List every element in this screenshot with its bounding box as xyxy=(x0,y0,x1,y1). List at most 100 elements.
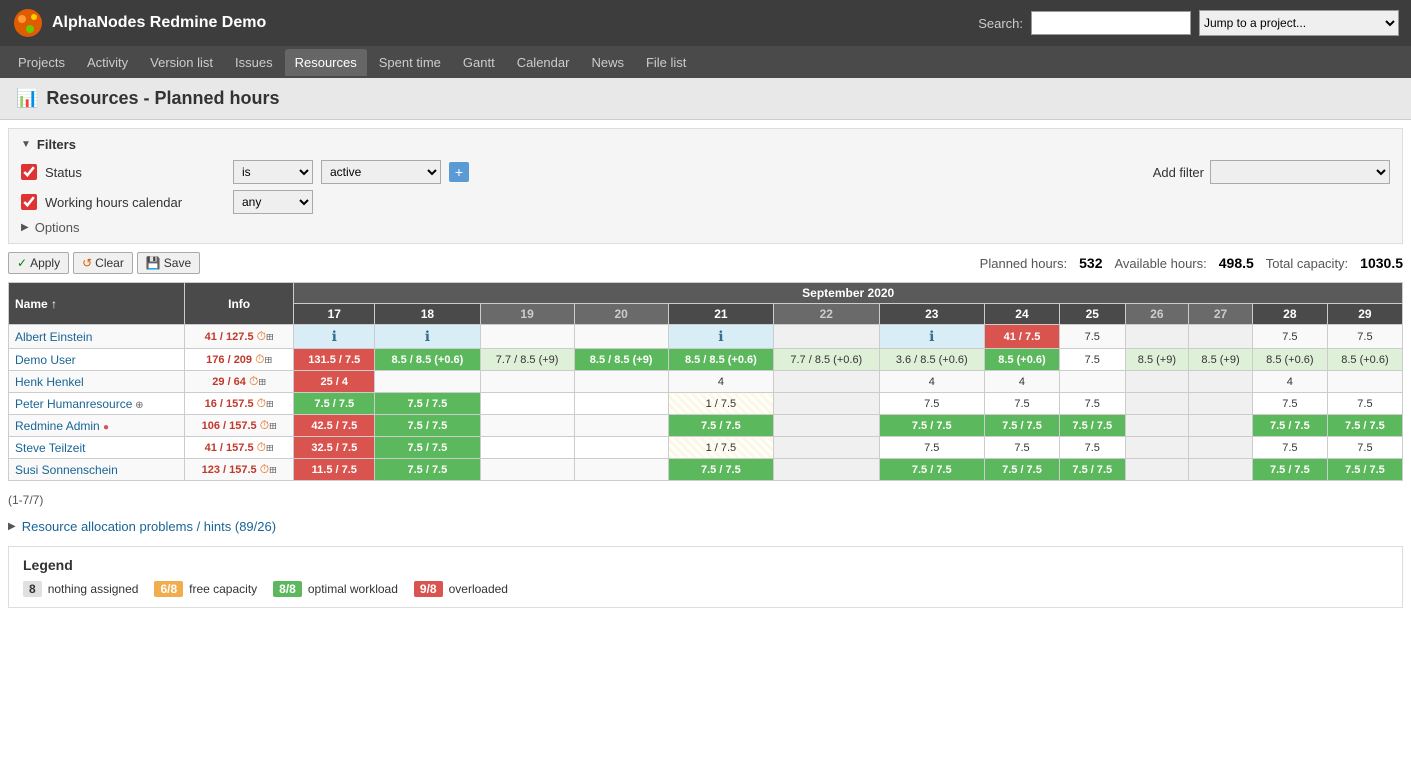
status-value-select[interactable]: active xyxy=(321,160,441,184)
hours-ratio: 106 / 157.5 xyxy=(202,420,257,432)
nav-item-resources[interactable]: Resources xyxy=(285,49,367,76)
working-hours-checkbox[interactable] xyxy=(21,194,37,210)
day-header-26: 26 xyxy=(1125,304,1189,325)
info-cell: 123 / 157.5 ⏱⊞ xyxy=(184,459,294,481)
grid-icon[interactable]: ⊞ xyxy=(266,440,274,454)
day-cell-20 xyxy=(574,393,668,415)
grid-icon[interactable]: ⊞ xyxy=(266,396,274,410)
clock-icon[interactable]: ⏱ xyxy=(257,440,266,454)
options-row[interactable]: ▶ Options xyxy=(21,220,1390,235)
nav-item-file-list[interactable]: File list xyxy=(636,49,696,76)
status-operator-select[interactable]: is xyxy=(233,160,313,184)
capacity-value: 1030.5 xyxy=(1360,255,1403,271)
grid-icon[interactable]: ⊞ xyxy=(269,462,277,476)
legend-desc-overloaded: overloaded xyxy=(449,582,508,596)
apply-button[interactable]: ✓ Apply xyxy=(8,252,69,274)
day-cell-22 xyxy=(774,371,879,393)
grid-icon[interactable]: ⊞ xyxy=(258,374,266,388)
day-cell-25: 7.5 / 7.5 xyxy=(1060,459,1126,481)
day-cell-21: 1 / 7.5 xyxy=(668,393,773,415)
day-cell-27: 8.5 (+9) xyxy=(1189,349,1253,371)
nav-item-projects[interactable]: Projects xyxy=(8,49,75,76)
grid-icon[interactable]: ⊞ xyxy=(266,329,274,343)
name-cell: Steve Teilzeit xyxy=(9,437,185,459)
nav-item-gantt[interactable]: Gantt xyxy=(453,49,505,76)
main-table: Name ↑ Info September 2020 1718192021222… xyxy=(8,282,1403,481)
day-cell-25 xyxy=(1060,371,1126,393)
day-cell-27 xyxy=(1189,437,1253,459)
pagination: (1-7/7) xyxy=(0,489,1411,511)
day-cell-23: 7.5 xyxy=(879,393,984,415)
legend-item-optimal: 8/8 optimal workload xyxy=(273,581,398,597)
filters-header[interactable]: ▼ Filters xyxy=(21,137,1390,152)
working-hours-value-select[interactable]: any xyxy=(233,190,313,214)
day-header-29: 29 xyxy=(1327,304,1402,325)
status-checkbox[interactable] xyxy=(21,164,37,180)
filters-section: ▼ Filters Status is active + Add filter … xyxy=(8,128,1403,244)
day-cell-20: 8.5 / 8.5 (+9) xyxy=(574,349,668,371)
day-cell-19 xyxy=(480,415,574,437)
grid-icon[interactable]: ⊞ xyxy=(269,418,277,432)
clock-icon[interactable]: ⏱ xyxy=(257,329,266,343)
info-icons: ⏱⊞ xyxy=(257,420,277,432)
clock-icon[interactable]: ⏱ xyxy=(257,396,266,410)
col-name-header: Name ↑ xyxy=(9,283,185,325)
name-link[interactable]: Albert Einstein xyxy=(15,330,92,344)
day-cell-29: 8.5 (+0.6) xyxy=(1327,349,1402,371)
name-link[interactable]: Steve Teilzeit xyxy=(15,441,85,455)
day-cell-19 xyxy=(480,371,574,393)
day-cell-22 xyxy=(774,437,879,459)
legend-items: 8 nothing assigned 6/8 free capacity 8/8… xyxy=(23,581,1388,597)
day-cell-23: ℹ xyxy=(879,325,984,349)
nav-item-news[interactable]: News xyxy=(581,49,634,76)
name-link[interactable]: Susi Sonnenschein xyxy=(15,463,118,477)
stats-bar: Planned hours: 532 Available hours: 498.… xyxy=(980,255,1403,271)
day-cell-18 xyxy=(375,371,480,393)
day-cell-17: 131.5 / 7.5 xyxy=(294,349,375,371)
day-cell-24: 41 / 7.5 xyxy=(984,325,1059,349)
clock-icon[interactable]: ⏱ xyxy=(249,374,258,388)
nav-item-version-list[interactable]: Version list xyxy=(140,49,223,76)
search-label: Search: xyxy=(978,16,1023,31)
day-cell-22 xyxy=(774,393,879,415)
day-header-17: 17 xyxy=(294,304,375,325)
day-cell-28: 7.5 / 7.5 xyxy=(1252,415,1327,437)
legend-desc-free: free capacity xyxy=(189,582,257,596)
day-cell-26 xyxy=(1125,459,1189,481)
nav-item-issues[interactable]: Issues xyxy=(225,49,283,76)
day-cell-24: 7.5 / 7.5 xyxy=(984,459,1059,481)
add-filter-button[interactable]: + xyxy=(449,162,469,182)
name-cell: Albert Einstein xyxy=(9,325,185,349)
info-icons: ⏱⊞ xyxy=(254,331,274,343)
add-filter-label: Add filter xyxy=(1153,165,1204,180)
day-cell-27 xyxy=(1189,415,1253,437)
clear-button[interactable]: ↺ Clear xyxy=(73,252,133,274)
day-header-19: 19 xyxy=(480,304,574,325)
name-link[interactable]: Henk Henkel xyxy=(15,375,84,389)
jump-to-project-select[interactable]: Jump to a project... xyxy=(1199,10,1399,36)
day-cell-21: ℹ xyxy=(668,325,773,349)
nav-item-spent-time[interactable]: Spent time xyxy=(369,49,451,76)
day-cell-21: 7.5 / 7.5 xyxy=(668,459,773,481)
name-cell: Redmine Admin ● xyxy=(9,415,185,437)
nav-item-calendar[interactable]: Calendar xyxy=(507,49,580,76)
day-header-21: 21 xyxy=(668,304,773,325)
name-link[interactable]: Demo User xyxy=(15,353,76,367)
day-cell-26 xyxy=(1125,437,1189,459)
day-cell-21: 8.5 / 8.5 (+0.6) xyxy=(668,349,773,371)
problems-header[interactable]: ▶ Resource allocation problems / hints (… xyxy=(8,515,1403,538)
add-filter-select[interactable] xyxy=(1210,160,1390,184)
clock-icon[interactable]: ⏱ xyxy=(260,462,269,476)
search-input[interactable] xyxy=(1031,11,1191,35)
name-link[interactable]: Peter Humanresource ⊕ xyxy=(15,397,144,411)
name-link[interactable]: Redmine Admin ● xyxy=(15,419,109,433)
nav-item-activity[interactable]: Activity xyxy=(77,49,138,76)
options-label: Options xyxy=(35,220,80,235)
save-button[interactable]: 💾 Save xyxy=(137,252,200,274)
problems-label: Resource allocation problems / hints (89… xyxy=(22,519,276,534)
grid-icon[interactable]: ⊞ xyxy=(264,352,272,366)
clock-icon[interactable]: ⏱ xyxy=(260,418,269,432)
day-cell-18: 7.5 / 7.5 xyxy=(375,459,480,481)
info-cell: 29 / 64 ⏱⊞ xyxy=(184,371,294,393)
info-cell: 41 / 157.5 ⏱⊞ xyxy=(184,437,294,459)
